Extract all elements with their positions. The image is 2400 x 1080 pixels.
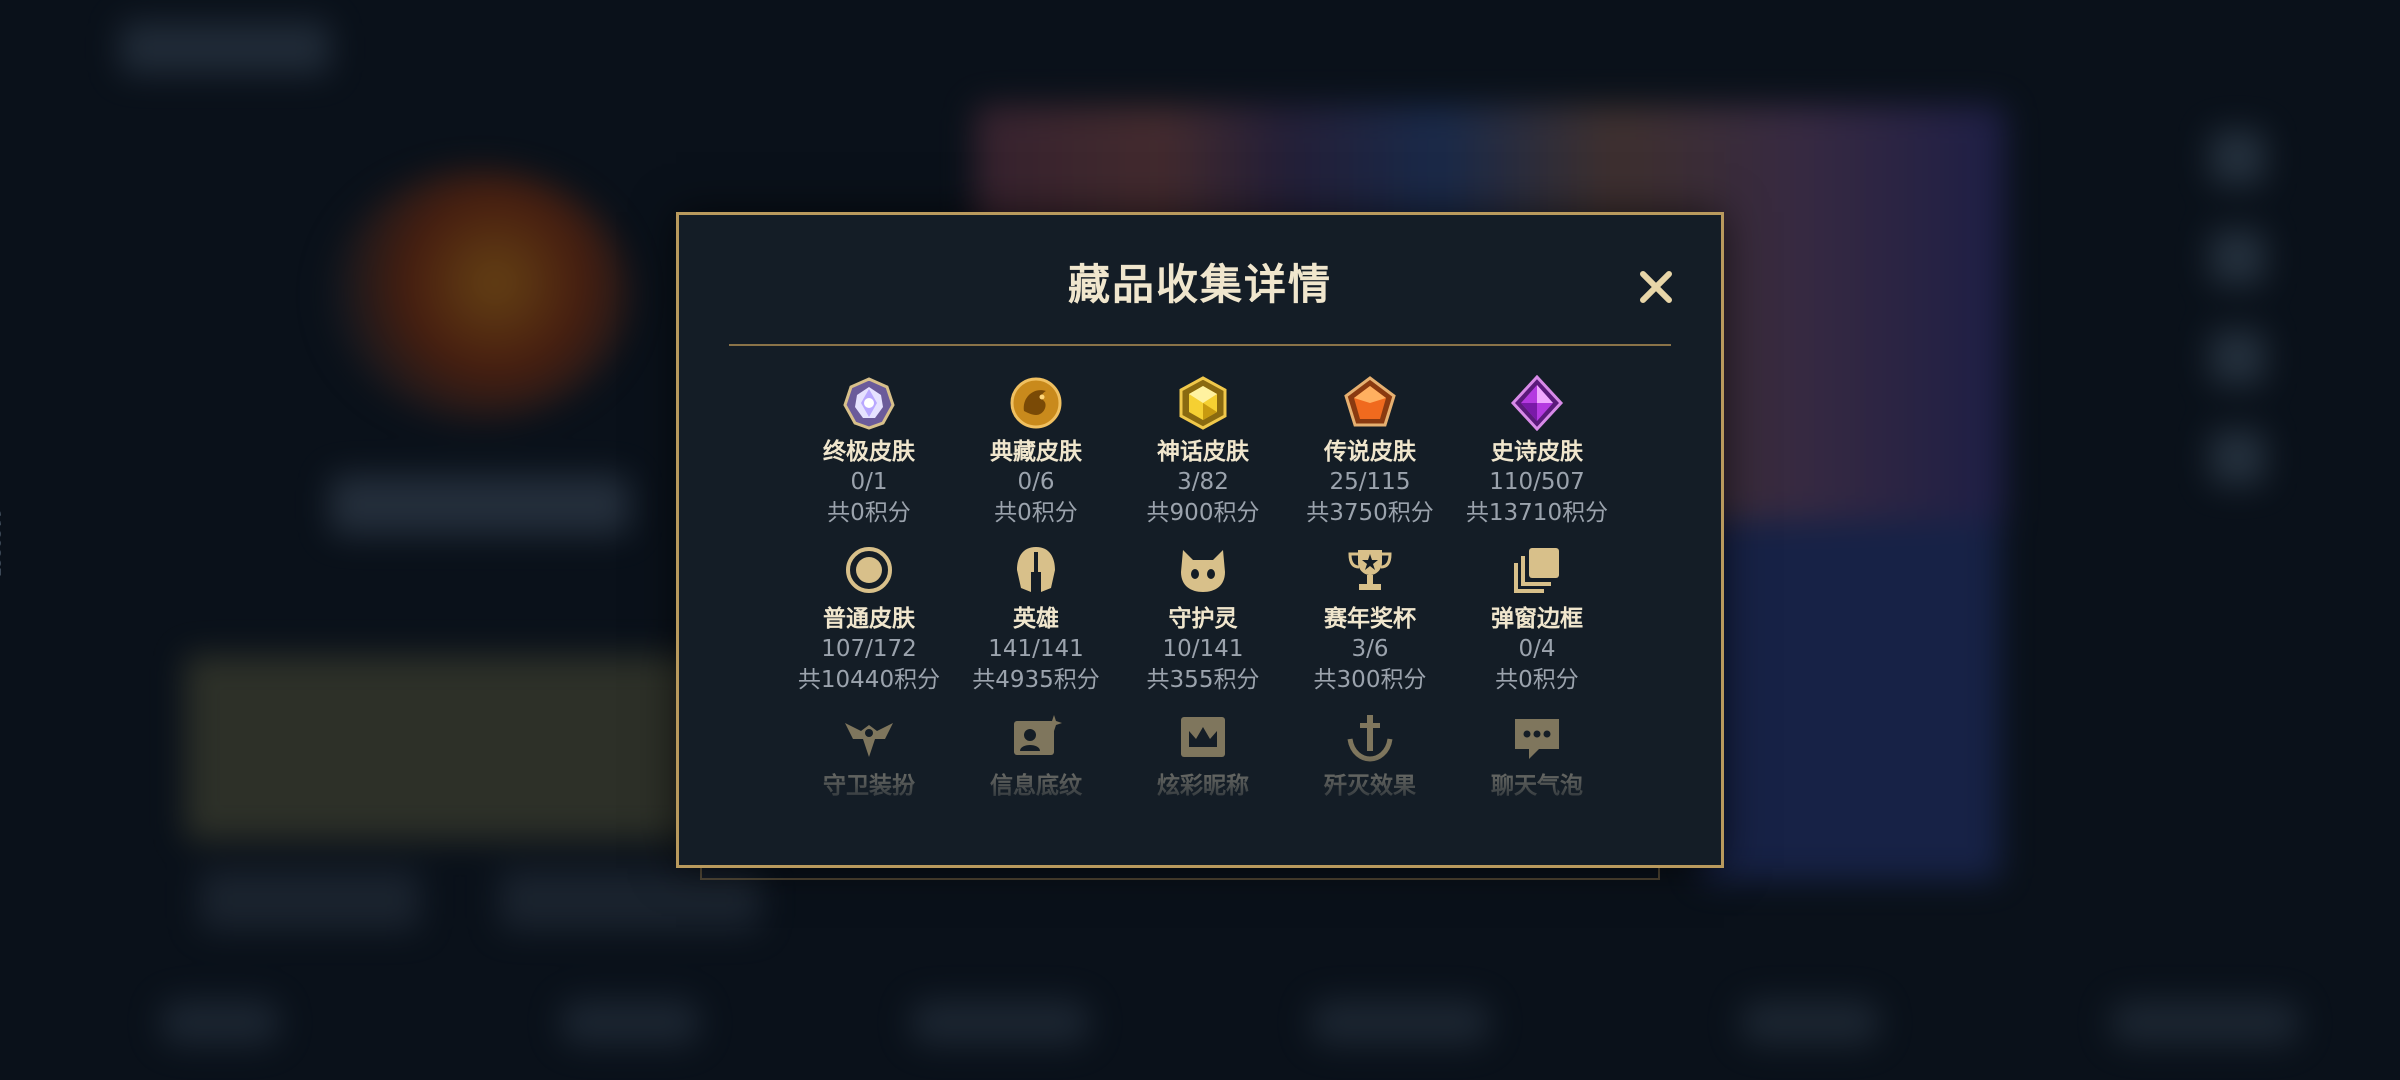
bg-bottom-tab	[560, 1000, 700, 1045]
crown-tag-icon	[1181, 717, 1225, 757]
collection-item[interactable]: 英雄 141/141 共4935积分	[946, 542, 1126, 696]
collection-row: 普通皮肤 107/172 共10440积分 英雄 141/141 共4935积分	[679, 542, 1721, 702]
stacked-frames-icon	[1514, 548, 1559, 593]
bg-side-icon	[2210, 230, 2265, 285]
item-name: 赛年奖杯	[1324, 606, 1416, 632]
guardian-face-icon	[1181, 550, 1225, 592]
title-divider	[729, 344, 1671, 346]
collection-item[interactable]: 守卫装扮	[779, 709, 959, 801]
collection-item[interactable]: 普通皮肤 107/172 共10440积分	[779, 542, 959, 696]
collection-item[interactable]: 守护灵 10/141 共355积分	[1113, 542, 1293, 696]
bg-bottom-tab	[910, 1000, 1090, 1045]
build-id: 1189867	[0, 510, 4, 577]
bg-bottom-tab	[160, 1000, 280, 1045]
item-name: 守护灵	[1168, 606, 1238, 632]
collection-item[interactable]: 歼灭效果	[1280, 709, 1460, 801]
dragon-emblem-icon	[1010, 377, 1062, 429]
item-count: 3/6	[1351, 636, 1389, 662]
bg-side-icon	[2210, 430, 2265, 485]
bg-skin-showcase-lower	[1700, 520, 2000, 880]
item-count: 10/141	[1162, 636, 1244, 662]
item-points: 共0积分	[994, 500, 1078, 526]
ward-icon	[845, 723, 893, 757]
collection-row: 守卫装扮 信息底纹 炫彩昵称 歼灭效果 聊天气泡	[679, 709, 1721, 865]
collection-item[interactable]: 炫彩昵称	[1113, 709, 1293, 801]
item-name: 史诗皮肤	[1491, 439, 1583, 465]
collection-item[interactable]: 典藏皮肤 0/6 共0积分	[946, 375, 1126, 529]
item-name: 守卫装扮	[823, 773, 915, 799]
trophy-icon	[1348, 550, 1392, 590]
item-points: 共900积分	[1146, 500, 1260, 526]
bg-side-icon	[2210, 130, 2265, 185]
item-count: 141/141	[988, 636, 1084, 662]
bg-rank-emblem	[330, 170, 630, 420]
collection-item[interactable]: 信息底纹	[946, 709, 1126, 801]
item-count: 110/507	[1489, 469, 1585, 495]
dialog-title: 藏品收集详情	[1067, 260, 1332, 309]
collection-item[interactable]: 史诗皮肤 110/507 共13710积分	[1447, 375, 1627, 529]
collection-item[interactable]: 弹窗边框 0/4 共0积分	[1447, 542, 1627, 696]
item-name: 聊天气泡	[1491, 773, 1583, 799]
chat-bubble-icon	[1515, 719, 1559, 759]
item-points: 共13710积分	[1465, 500, 1609, 526]
item-points: 共4935积分	[972, 667, 1100, 693]
item-count: 0/1	[850, 469, 888, 495]
item-name: 普通皮肤	[823, 606, 915, 632]
mythic-gem-icon	[1179, 376, 1227, 430]
item-count: 107/172	[821, 636, 917, 662]
item-points: 共355积分	[1146, 667, 1260, 693]
collection-item[interactable]: 赛年奖杯 3/6 共300积分	[1280, 542, 1460, 696]
collection-item[interactable]: 聊天气泡	[1447, 709, 1627, 801]
item-name: 典藏皮肤	[990, 439, 1082, 465]
ring-icon	[846, 547, 892, 593]
item-name: 弹窗边框	[1491, 606, 1583, 632]
item-count: 0/4	[1518, 636, 1556, 662]
item-name: 信息底纹	[990, 773, 1082, 799]
bg-collection-card	[185, 655, 705, 840]
item-count: 3/82	[1177, 469, 1229, 495]
bg-button-left	[200, 870, 420, 930]
anchor-icon	[1347, 715, 1393, 762]
epic-gem-icon	[1510, 375, 1564, 431]
bg-top-nav	[120, 22, 330, 74]
item-name: 神话皮肤	[1157, 439, 1249, 465]
collection-item[interactable]: 神话皮肤 3/82 共900积分	[1113, 375, 1293, 529]
item-points: 共0积分	[827, 500, 911, 526]
bg-side-icon	[2210, 330, 2265, 385]
collection-item[interactable]: 终极皮肤 0/1 共0积分	[779, 375, 959, 529]
item-name: 炫彩昵称	[1157, 773, 1249, 799]
bg-player-name	[330, 475, 630, 535]
close-button[interactable]	[1634, 265, 1678, 309]
collection-row: 终极皮肤 0/1 共0积分 典藏皮肤 0/6 共0积分 神话皮肤 3/82 共9…	[679, 375, 1721, 535]
item-points: 共10440积分	[797, 667, 941, 693]
profile-card-icon	[1014, 715, 1062, 755]
bg-bottom-tab	[1740, 1000, 1880, 1045]
item-name: 终极皮肤	[823, 439, 915, 465]
item-name: 传说皮肤	[1324, 439, 1416, 465]
item-count: 25/115	[1329, 469, 1411, 495]
helmet-icon	[1017, 547, 1055, 592]
bg-bottom-tab	[1310, 1000, 1490, 1045]
legendary-gem-icon	[1344, 376, 1396, 427]
item-name: 英雄	[1013, 606, 1059, 632]
ultimate-gem-icon	[843, 377, 895, 430]
item-points: 共3750积分	[1306, 500, 1434, 526]
collection-item[interactable]: 传说皮肤 25/115 共3750积分	[1280, 375, 1460, 529]
bg-bottom-tab	[2110, 1000, 2300, 1045]
close-x-icon	[1640, 271, 1672, 303]
item-count: 0/6	[1017, 469, 1055, 495]
item-name: 歼灭效果	[1324, 773, 1416, 799]
item-points: 共300积分	[1313, 667, 1427, 693]
item-points: 共0积分	[1495, 667, 1579, 693]
collection-details-dialog: 藏品收集详情 终极皮肤 0/1 共0积分 典藏皮肤 0/6 共0积分 神话皮肤 …	[676, 212, 1724, 868]
